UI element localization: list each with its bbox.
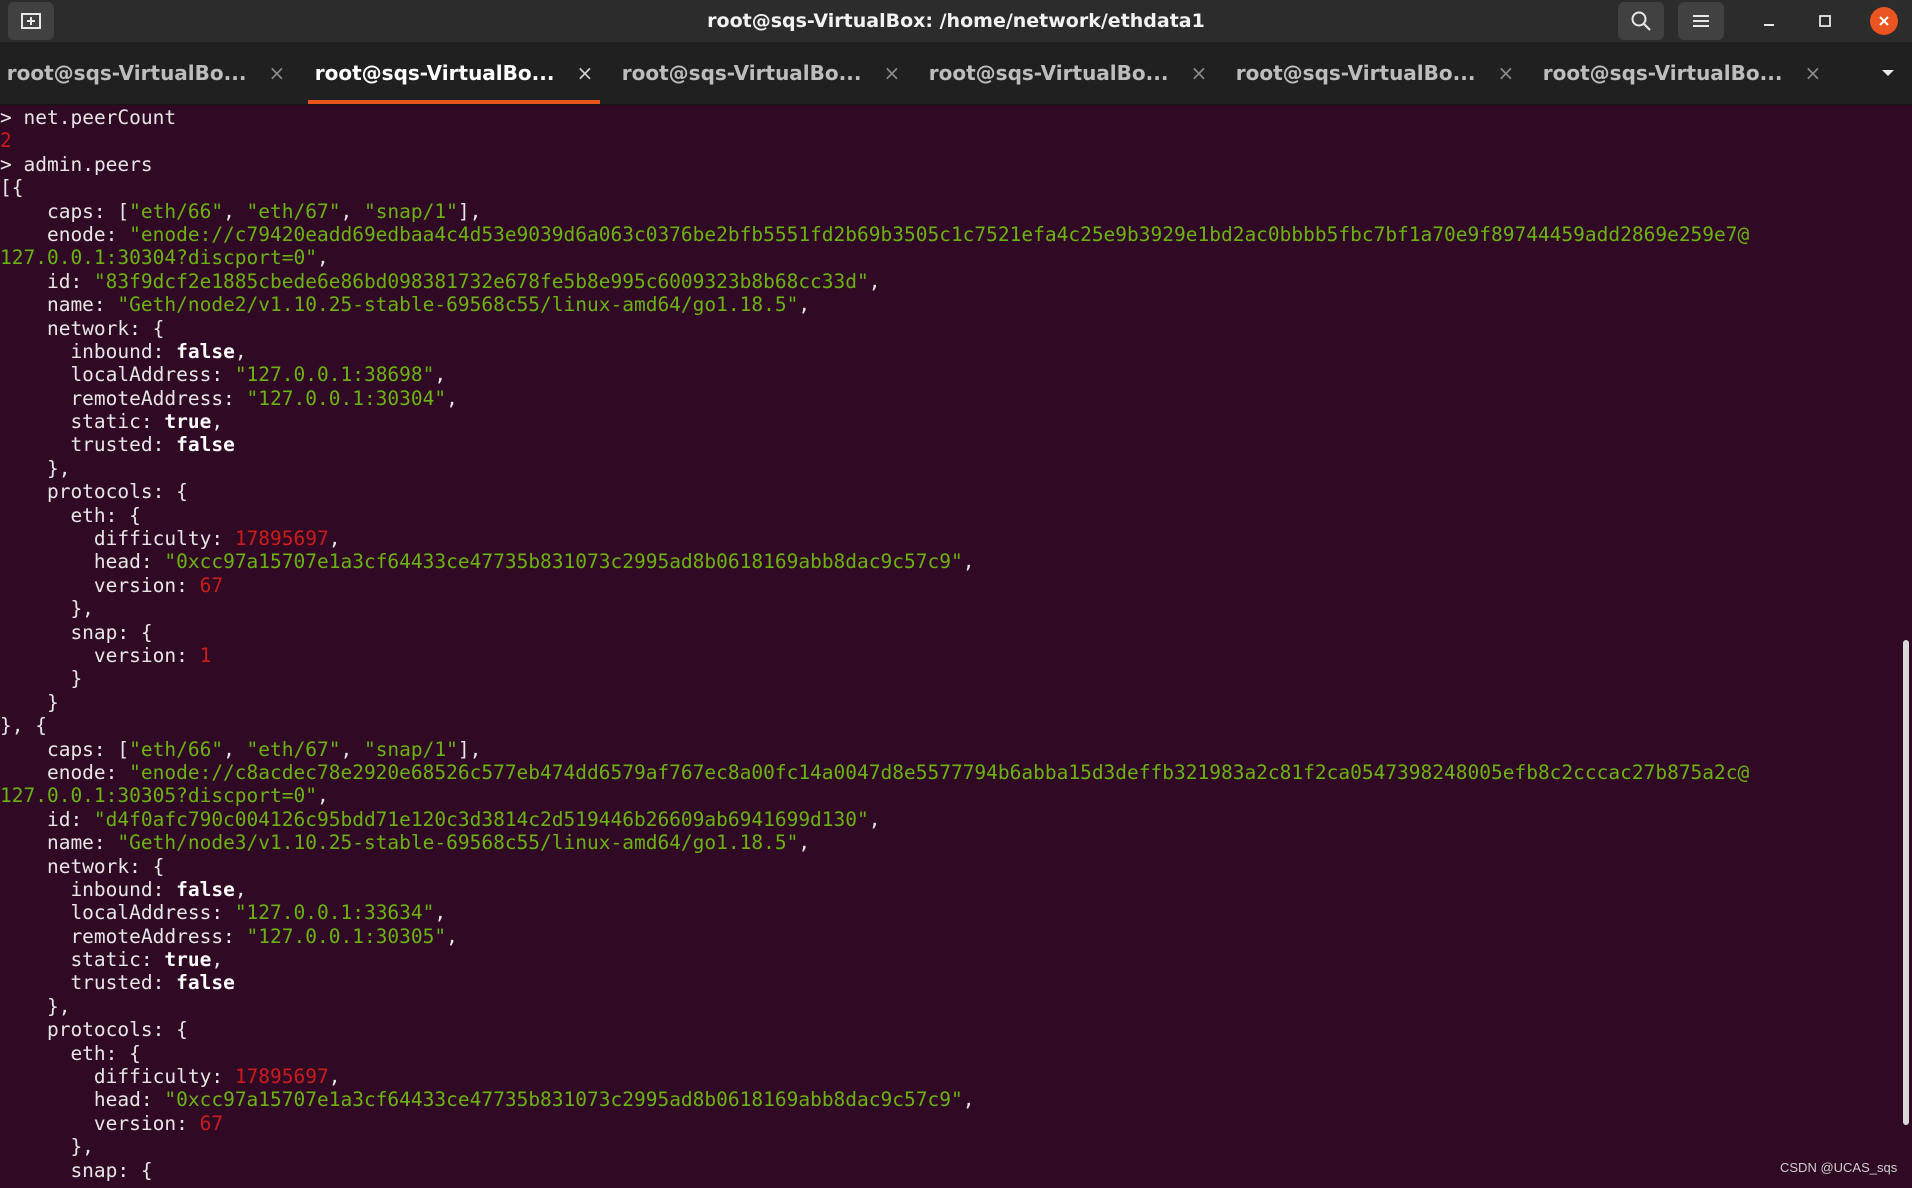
terminal-line: trusted: false	[0, 433, 235, 457]
terminal-output[interactable]: > net.peerCount 2 > admin.peers [{ caps:…	[0, 106, 1898, 1188]
terminal-line: id: "83f9dcf2e1885cbede6e86bd098381732e6…	[0, 269, 881, 293]
title-bar: root@sqs-VirtualBox: /home/network/ethda…	[0, 0, 1912, 42]
tab-close-icon[interactable]: ×	[883, 61, 900, 85]
search-icon	[1631, 11, 1651, 31]
terminal-line: inbound: false,	[0, 877, 247, 901]
terminal-line: [{	[0, 176, 24, 200]
tab-close-icon[interactable]: ×	[576, 61, 593, 85]
terminal-line: eth: {	[0, 1041, 141, 1065]
tab-label: root@sqs-VirtualBo...	[6, 61, 247, 85]
tab-4[interactable]: root@sqs-VirtualBo... ×	[922, 42, 1214, 104]
terminal-line: localAddress: "127.0.0.1:38698",	[0, 363, 447, 387]
terminal-line: > net.peerCount	[0, 106, 177, 129]
terminal-line: remoteAddress: "127.0.0.1:30304",	[0, 386, 458, 410]
terminal-line: difficulty: 17895697,	[0, 1065, 341, 1089]
terminal-line: static: true,	[0, 948, 224, 972]
terminal-line: },	[0, 456, 71, 480]
terminal-line: inbound: false,	[0, 339, 247, 363]
terminal-line: network: {	[0, 854, 165, 878]
tab-close-icon[interactable]: ×	[1804, 61, 1821, 85]
terminal-line: version: 1	[0, 643, 212, 667]
terminal-line: snap: {	[0, 1158, 153, 1182]
terminal-line: 127.0.0.1:30305?discport=0",	[0, 784, 329, 808]
minimize-icon	[1764, 24, 1774, 26]
tabs-dropdown-button[interactable]	[1868, 42, 1908, 104]
terminal-line: > admin.peers	[0, 152, 153, 176]
tab-1[interactable]: root@sqs-VirtualBo... ×	[0, 42, 292, 104]
tab-label: root@sqs-VirtualBo...	[1235, 61, 1476, 85]
terminal-line: 2	[0, 129, 12, 153]
menu-button[interactable]	[1678, 2, 1724, 40]
tab-close-icon[interactable]: ×	[268, 61, 285, 85]
tab-5[interactable]: root@sqs-VirtualBo... ×	[1229, 42, 1521, 104]
terminal-line: }	[0, 667, 83, 691]
scrollbar-thumb[interactable]	[1903, 640, 1909, 1125]
terminal-line: remoteAddress: "127.0.0.1:30305",	[0, 924, 458, 948]
maximize-button[interactable]	[1803, 0, 1847, 42]
tab-6[interactable]: root@sqs-VirtualBo... ×	[1536, 42, 1828, 104]
terminal-line: eth: {	[0, 503, 141, 527]
tabs-dropdown-icon	[1882, 70, 1894, 76]
terminal-line: version: 67	[0, 1111, 224, 1135]
terminal-line: caps: ["eth/66", "eth/67", "snap/1"],	[0, 737, 482, 761]
close-icon	[1879, 16, 1889, 26]
search-button[interactable]	[1618, 2, 1664, 40]
terminal-line: },	[0, 1135, 94, 1159]
terminal-line: version: 67	[0, 573, 224, 597]
maximize-icon	[1819, 15, 1831, 27]
terminal-line: head: "0xcc97a15707e1a3cf64433ce47735b83…	[0, 550, 975, 574]
hamburger-menu-icon	[1693, 15, 1709, 27]
terminal-line: },	[0, 994, 71, 1018]
tab-label: root@sqs-VirtualBo...	[314, 61, 555, 85]
tab-3[interactable]: root@sqs-VirtualBo... ×	[615, 42, 907, 104]
watermark: CSDN @UCAS_sqs	[1780, 1160, 1898, 1175]
terminal-line: caps: ["eth/66", "eth/67", "snap/1"],	[0, 199, 482, 223]
terminal-line: 127.0.0.1:30304?discport=0",	[0, 246, 329, 270]
tab-close-icon[interactable]: ×	[1497, 61, 1514, 85]
tab-label: root@sqs-VirtualBo...	[928, 61, 1169, 85]
terminal-line: network: {	[0, 316, 165, 340]
terminal-line: enode: "enode://c8acdec78e2920e68526c577…	[0, 760, 1750, 784]
terminal-line: protocols: {	[0, 480, 188, 504]
terminal-line: trusted: false	[0, 971, 235, 995]
terminal-line: }, {	[0, 714, 47, 738]
terminal-line: }	[0, 690, 59, 714]
terminal-line: enode: "enode://c79420eadd69edbaa4c4d53e…	[0, 222, 1750, 246]
tab-label: root@sqs-VirtualBo...	[1542, 61, 1783, 85]
close-window-button[interactable]	[1862, 0, 1906, 42]
tab-bar: root@sqs-VirtualBo... × root@sqs-Virtual…	[0, 42, 1912, 105]
terminal-line: snap: {	[0, 620, 153, 644]
terminal-line: static: true,	[0, 410, 224, 434]
minimize-button[interactable]	[1747, 0, 1791, 42]
tab-label: root@sqs-VirtualBo...	[621, 61, 862, 85]
terminal-line: localAddress: "127.0.0.1:33634",	[0, 901, 447, 925]
tab-close-icon[interactable]: ×	[1190, 61, 1207, 85]
terminal-line: },	[0, 597, 94, 621]
terminal-line: protocols: {	[0, 1018, 188, 1042]
terminal-line: head: "0xcc97a15707e1a3cf64433ce47735b83…	[0, 1088, 975, 1112]
terminal-line: name: "Geth/node2/v1.10.25-stable-69568c…	[0, 293, 811, 317]
tab-2[interactable]: root@sqs-VirtualBo... ×	[308, 42, 600, 104]
terminal-line: difficulty: 17895697,	[0, 527, 341, 551]
terminal-line: name: "Geth/node3/v1.10.25-stable-69568c…	[0, 831, 811, 855]
terminal-line: id: "d4f0afc790c004126c95bdd71e120c3d381…	[0, 807, 881, 831]
